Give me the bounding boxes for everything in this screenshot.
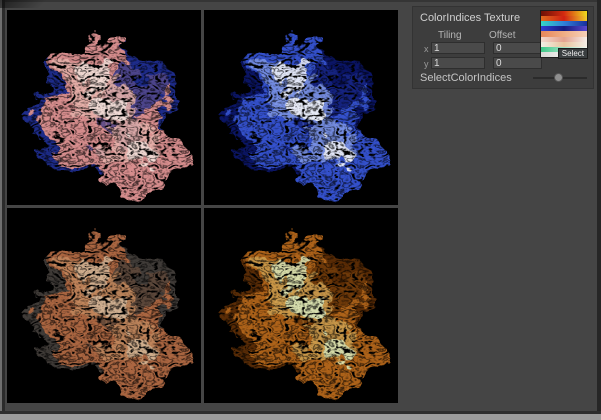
smoke-render-gray-orange: [34, 241, 181, 391]
smoke-render-green-orange: [231, 241, 378, 391]
frame-edge-top: [0, 0, 601, 2]
material-inspector-panel: ColorIndices Texture Tiling Offset x y S…: [412, 6, 594, 89]
tiling-header: Tiling: [438, 30, 462, 41]
frame-corner-shadow: [0, 0, 60, 8]
slider-knob[interactable]: [553, 73, 563, 82]
frame-edge-bottom-light: [0, 414, 601, 420]
offset-y-input[interactable]: [493, 57, 542, 69]
smoke-render-blue: [231, 43, 378, 193]
offset-x-input[interactable]: [493, 42, 542, 54]
frame-edge-left-dark: [2, 0, 5, 420]
preview-quadrant-top-left: [7, 10, 201, 205]
texture-property-label: ColorIndices Texture: [420, 12, 521, 24]
select-texture-button[interactable]: Select: [557, 48, 588, 59]
select-color-indices-label: SelectColorIndices: [420, 72, 512, 84]
preview-quadrant-bottom-right: [204, 208, 398, 403]
tiling-y-input[interactable]: [431, 57, 485, 69]
frame-edge-right: [597, 0, 601, 420]
axis-y-label: y: [424, 59, 429, 69]
preview-quadrant-bottom-left: [7, 208, 201, 403]
axis-x-label: x: [424, 44, 429, 54]
smoke-render-pink: [34, 43, 181, 193]
select-color-indices-slider[interactable]: [533, 70, 587, 86]
offset-header: Offset: [489, 30, 516, 41]
tiling-x-input[interactable]: [431, 42, 485, 54]
editor-window: ColorIndices Texture Tiling Offset x y S…: [0, 0, 601, 420]
preview-quadrant-top-right: [204, 10, 398, 205]
render-preview-grid: [7, 10, 398, 403]
